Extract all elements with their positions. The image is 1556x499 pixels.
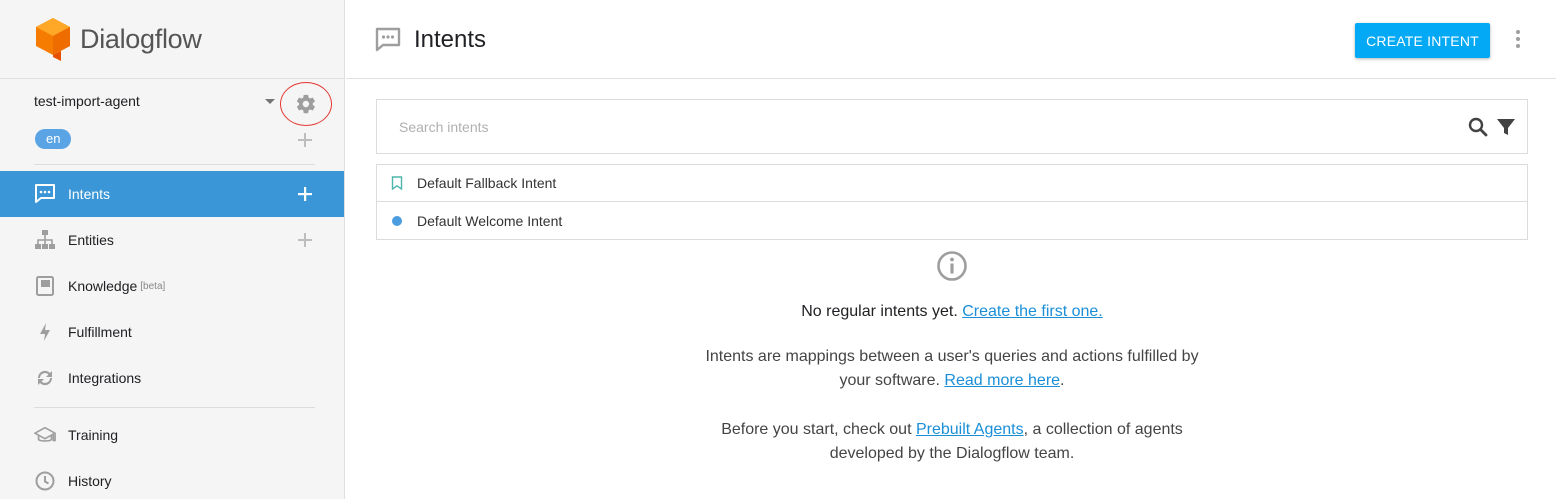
settings-gear-highlight[interactable]: [280, 82, 332, 126]
add-intent-plus-icon[interactable]: [298, 187, 312, 201]
intent-row-fallback[interactable]: Default Fallback Intent: [377, 165, 1527, 202]
chat-icon: [34, 183, 56, 205]
logo-row[interactable]: Dialogflow: [0, 0, 344, 79]
read-more-link[interactable]: Read more here: [944, 372, 1060, 389]
more-vert-icon[interactable]: [1513, 29, 1523, 49]
bolt-icon: [34, 321, 56, 343]
intent-list: Default Fallback Intent Default Welcome …: [376, 164, 1528, 240]
page-header: Intents CREATE INTENT: [346, 0, 1556, 79]
sidebar-item-label: Integrations: [68, 370, 142, 386]
sidebar-item-integrations[interactable]: Integrations: [0, 355, 344, 401]
sidebar-item-label: History: [68, 473, 112, 489]
create-intent-button[interactable]: CREATE INTENT: [1355, 23, 1490, 58]
bookmark-icon: [390, 176, 404, 190]
book-icon: [34, 275, 56, 297]
filter-icon[interactable]: [1495, 116, 1517, 138]
sync-icon: [34, 367, 56, 389]
sidebar-item-training[interactable]: Training: [0, 412, 344, 458]
language-pill[interactable]: en: [35, 129, 72, 149]
graduation-cap-icon: [34, 424, 56, 446]
agent-name[interactable]: test-import-agent: [34, 93, 140, 109]
sidebar-nav: Intents Entities Knowledge [beta] Fulfil…: [0, 171, 344, 401]
sidebar-item-label: Entities: [68, 232, 114, 248]
sidebar-item-knowledge[interactable]: Knowledge [beta]: [0, 263, 344, 309]
hierarchy-icon: [34, 229, 56, 251]
sidebar-item-entities[interactable]: Entities: [0, 217, 344, 263]
search-input[interactable]: [399, 116, 1439, 138]
prebuilt-agents-link[interactable]: Prebuilt Agents: [916, 421, 1024, 438]
empty-state-description: Intents are mappings between a user's qu…: [705, 348, 1199, 389]
search-icon[interactable]: [1467, 116, 1489, 138]
add-language-plus-icon[interactable]: [298, 133, 312, 147]
chevron-down-icon[interactable]: [265, 99, 275, 104]
add-entity-plus-icon[interactable]: [298, 233, 312, 247]
sidebar-item-label: Fulfillment: [68, 324, 132, 340]
empty-state-prebuilt: Before you start, check out Prebuilt Age…: [721, 421, 1183, 462]
gear-icon[interactable]: [295, 93, 317, 115]
intent-row-welcome[interactable]: Default Welcome Intent: [377, 202, 1527, 239]
sidebar-divider: [34, 164, 315, 165]
empty-state: No regular intents yet. Create the first…: [376, 250, 1528, 466]
app: Dialogflow test-import-agent en Intents: [0, 0, 1556, 499]
dialogflow-logo-icon: [36, 18, 70, 61]
app-name: Dialogflow: [80, 23, 202, 54]
status-dot: [390, 214, 404, 228]
main-content: Intents CREATE INTENT Default Fallback I…: [346, 0, 1556, 499]
sidebar-item-label: Knowledge: [68, 278, 138, 294]
search-box: [376, 99, 1528, 154]
chat-icon: [375, 27, 401, 52]
intent-name[interactable]: Default Welcome Intent: [417, 213, 562, 229]
sidebar-item-intents[interactable]: Intents: [0, 171, 344, 217]
clock-icon: [34, 470, 56, 492]
sidebar-item-fulfillment[interactable]: Fulfillment: [0, 309, 344, 355]
sidebar-item-label: Intents: [68, 186, 111, 202]
info-icon: [937, 251, 967, 281]
sidebar: Dialogflow test-import-agent en Intents: [0, 0, 345, 499]
sidebar-item-history[interactable]: History: [0, 458, 344, 499]
page-title: Intents: [414, 26, 487, 53]
sidebar-divider: [34, 407, 315, 408]
intent-name[interactable]: Default Fallback Intent: [417, 175, 556, 191]
beta-badge: [beta]: [140, 280, 166, 292]
create-first-link[interactable]: Create the first one.: [962, 303, 1103, 320]
sidebar-item-label: Training: [68, 427, 119, 443]
empty-state-title: No regular intents yet. Create the first…: [801, 303, 1103, 320]
sidebar-nav-secondary: Training History: [0, 412, 344, 499]
